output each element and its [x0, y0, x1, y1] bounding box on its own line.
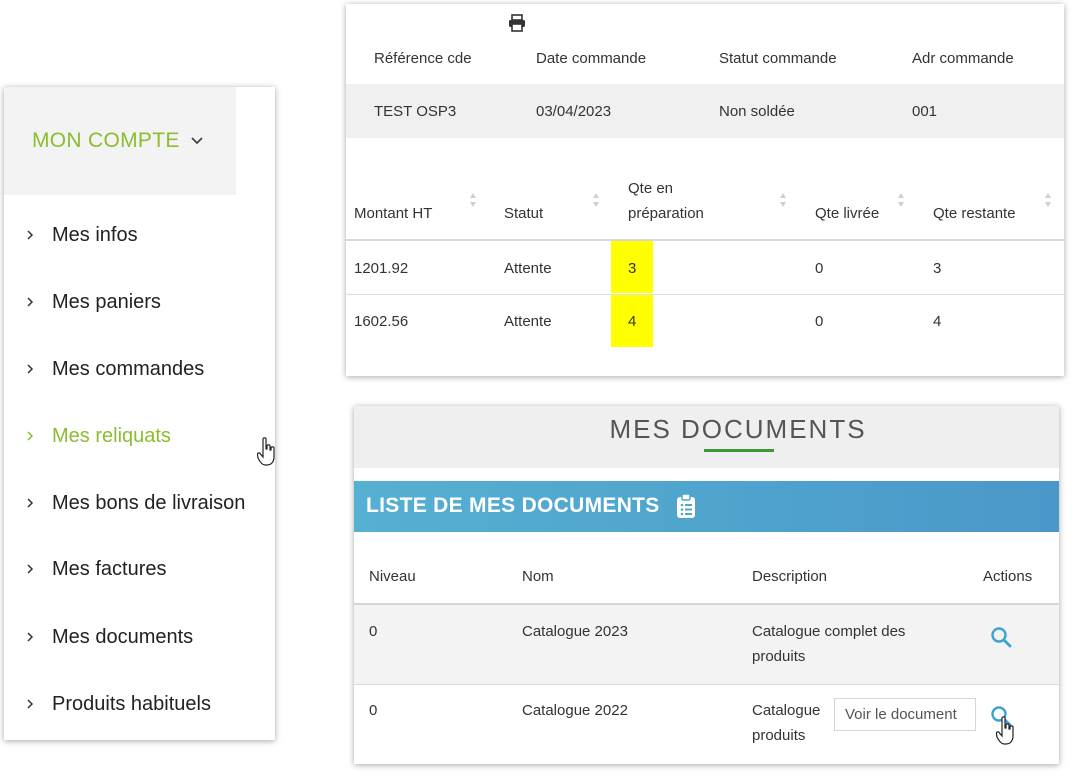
sort-icon[interactable]: [779, 192, 787, 208]
chevron-right-icon: [27, 297, 34, 307]
order-date: 03/04/2023: [536, 103, 612, 120]
menu-item-mes-infos[interactable]: Mes infos: [4, 215, 275, 255]
print-icon[interactable]: [508, 14, 526, 32]
col-header-amount[interactable]: Montant HT: [354, 205, 432, 222]
col-header-name: Nom: [522, 568, 554, 585]
order-address: 001: [912, 103, 938, 120]
menu-item-label: Mes factures: [52, 557, 167, 580]
sort-icon[interactable]: [1044, 192, 1052, 208]
col-header-address: Adr commande: [912, 50, 1014, 67]
chevron-right-icon: [27, 564, 34, 574]
menu-item-label: Mes reliquats: [52, 424, 171, 447]
doc-level: 0: [369, 623, 378, 640]
documents-list-header: LISTE DE MES DOCUMENTS: [354, 481, 1059, 532]
col-header-level: Niveau: [369, 568, 416, 585]
title-underline: [704, 449, 774, 452]
menu-item-mes-documents[interactable]: Mes documents: [4, 617, 275, 657]
menu-item-label: Produits habituels: [52, 692, 211, 715]
col-header-qty-delivered[interactable]: Qte livrée: [815, 205, 879, 222]
sort-icon[interactable]: [469, 192, 477, 208]
divider: [346, 239, 1064, 241]
doc-description-line2: produits: [752, 648, 806, 665]
line-amount: 1602.56: [354, 313, 409, 330]
menu-item-mes-bons-de-livraison[interactable]: Mes bons de livraison: [4, 483, 275, 523]
menu-item-label: Mes bons de livraison: [52, 491, 246, 514]
doc-description-line2: produits: [752, 727, 806, 744]
account-menu-header[interactable]: MON COMPTE: [4, 87, 236, 195]
menu-item-label: Mes documents: [52, 625, 194, 648]
page-title: MES DOCUMENTS: [609, 414, 867, 444]
order-detail-panel: Référence cde Date commande Statut comma…: [346, 4, 1064, 376]
divider: [354, 684, 1059, 685]
line-qty-remaining: 4: [933, 313, 942, 330]
menu-item-produits-habituels[interactable]: Produits habituels: [4, 684, 275, 724]
sort-icon[interactable]: [897, 192, 905, 208]
hand-cursor-icon: [257, 437, 275, 466]
account-menu-title[interactable]: MON COMPTE: [32, 129, 204, 153]
chevron-right-icon: [27, 498, 34, 508]
col-header-actions: Actions: [983, 568, 1033, 585]
table-row: [354, 605, 1059, 684]
documents-panel: MES DOCUMENTS LISTE DE MES DOCUMENTS Niv…: [354, 406, 1059, 764]
order-reference: TEST OSP3: [374, 103, 457, 120]
documents-list-title: LISTE DE MES DOCUMENTS: [366, 494, 660, 517]
doc-description-line1: Catalogue: [752, 702, 821, 719]
order-status: Non soldée: [719, 103, 795, 120]
menu-item-mes-reliquats[interactable]: Mes reliquats: [4, 416, 275, 456]
chevron-right-icon: [27, 632, 34, 642]
hand-cursor-icon: [996, 716, 1014, 745]
account-menu-title-label: MON COMPTE: [32, 129, 180, 152]
doc-name: Catalogue 2022: [522, 702, 628, 719]
col-header-qty-prep-line1[interactable]: Qte en: [628, 180, 673, 197]
col-header-reference: Référence cde: [374, 50, 472, 67]
col-header-status: Statut commande: [719, 50, 837, 67]
line-qty-delivered: 0: [815, 313, 824, 330]
menu-item-label: Mes commandes: [52, 357, 205, 380]
menu-item-mes-paniers[interactable]: Mes paniers: [4, 282, 275, 322]
col-header-qty-prep-line2[interactable]: préparation: [628, 205, 704, 222]
menu-item-label: Mes paniers: [52, 290, 161, 313]
account-menu: MON COMPTE Mes infos Mes paniers Mes com…: [4, 87, 275, 740]
clipboard-icon: [677, 493, 695, 518]
col-header-qty-remaining[interactable]: Qte restante: [933, 205, 1016, 222]
doc-level: 0: [369, 702, 378, 719]
chevron-down-icon: [191, 137, 203, 145]
line-qty-prep: 3: [628, 260, 637, 277]
sort-icon[interactable]: [592, 192, 600, 208]
line-qty-prep: 4: [628, 313, 637, 330]
line-qty-remaining: 3: [933, 260, 942, 277]
doc-name: Catalogue 2023: [522, 623, 628, 640]
line-status: Attente: [504, 260, 552, 277]
chevron-right-icon: [27, 364, 34, 374]
divider: [346, 294, 1064, 295]
view-document-tooltip: Voir le document: [834, 698, 976, 731]
col-header-description: Description: [752, 568, 828, 585]
chevron-right-icon: [27, 699, 34, 709]
chevron-right-icon: [27, 431, 34, 441]
line-status: Attente: [504, 313, 552, 330]
line-amount: 1201.92: [354, 260, 409, 277]
col-header-line-status[interactable]: Statut: [504, 205, 543, 222]
menu-item-mes-commandes[interactable]: Mes commandes: [4, 349, 275, 389]
doc-description-line1: Catalogue complet des: [752, 623, 906, 640]
menu-item-mes-factures[interactable]: Mes factures: [4, 549, 275, 589]
chevron-right-icon: [27, 230, 34, 240]
menu-item-label: Mes infos: [52, 223, 138, 246]
line-qty-delivered: 0: [815, 260, 824, 277]
col-header-date: Date commande: [536, 50, 647, 67]
search-icon[interactable]: [990, 626, 1012, 648]
